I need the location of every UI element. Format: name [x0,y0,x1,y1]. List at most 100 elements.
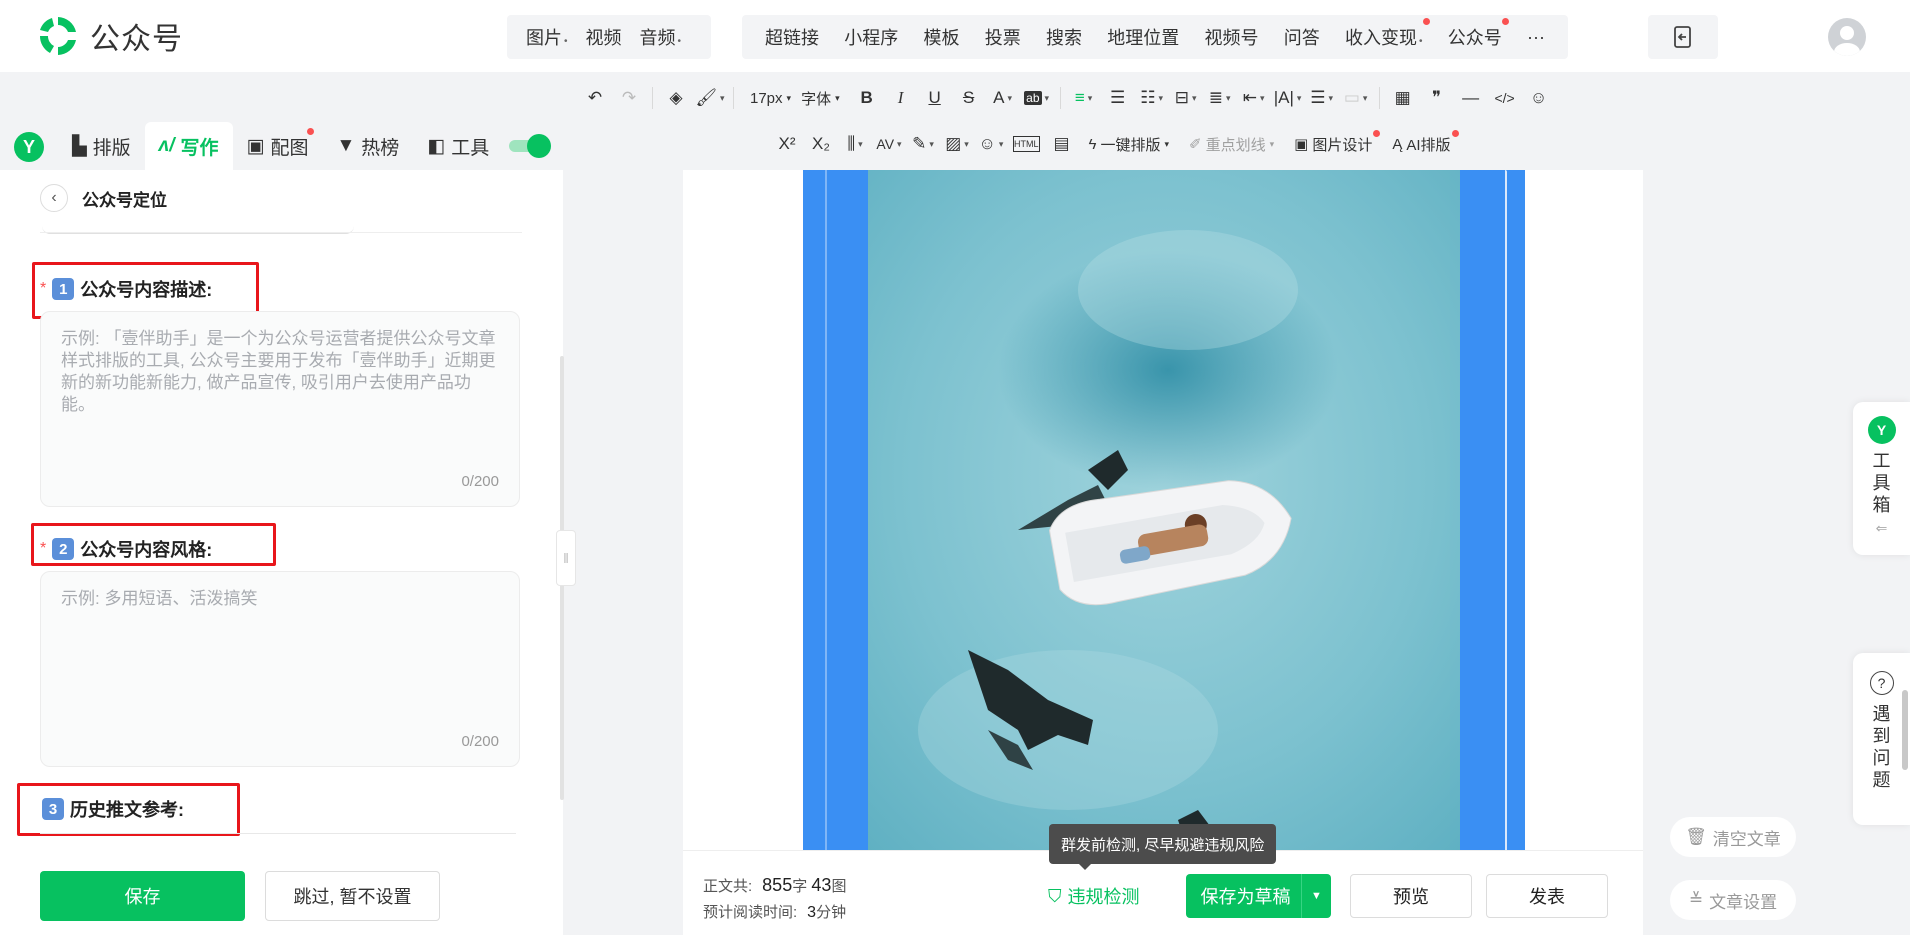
quote-icon[interactable]: ❞ [1420,84,1454,112]
font-size-select[interactable]: 17px ▾ [750,90,791,107]
font-family-select[interactable]: 字体 ▾ [801,88,840,109]
logo[interactable]: 公众号 [36,14,183,58]
ocean-boat-photo[interactable] [868,170,1460,850]
document-toggle-button[interactable] [1648,15,1718,59]
more-menu-button[interactable]: ··· [1518,27,1554,48]
paragraph-spacing-icon[interactable]: ⊟ ▾ [1169,84,1203,112]
html-icon[interactable]: HTML [1013,136,1040,152]
strikethrough-icon[interactable]: S [952,84,986,112]
letter-spacing-icon[interactable]: |A| ▾ [1271,84,1305,112]
divider-line-icon[interactable]: — [1454,84,1488,112]
menu-item-template[interactable]: 模板 [915,24,969,50]
avatar[interactable] [1828,18,1866,56]
subscript-icon[interactable]: X₂ [804,130,838,158]
assistant-toggle[interactable] [509,134,552,158]
briefcase-icon[interactable]: ▤ [1045,130,1079,158]
positioning-panel: ‹ 公众号定位 * 1 公众号内容描述: 示例: 「壹伴助手」是一个为公众号运营… [0,170,563,935]
sticker-icon[interactable]: ☺ ▾ [974,130,1008,158]
format-painter-icon[interactable]: 🖌 ▾ [693,84,727,112]
insert-image-icon[interactable]: ▨ ▾ [940,130,974,158]
clear-article-button[interactable]: 🗑 清空文章 [1670,817,1796,857]
cube-icon: ◧ [427,135,446,157]
notification-dot [1422,18,1430,25]
save-draft-button[interactable]: 保存为草稿 ▼ [1186,874,1331,918]
toolbox-panel[interactable]: Y 工具箱 ⇐ [1853,402,1910,555]
back-button[interactable]: ‹ [40,184,68,212]
background-color-icon[interactable]: ab ▾ [1020,84,1054,112]
menu-item-hyperlink[interactable]: 超链接 [756,24,828,50]
menu-item-qa[interactable]: 问答 [1275,24,1329,50]
menu-item-monetize[interactable]: 收入变现 • [1336,18,1432,50]
assistant-logo-icon[interactable]: Y [14,132,44,162]
description-textarea[interactable]: 示例: 「壹伴助手」是一个为公众号运营者提供公众号文章样式排版的工具, 公众号主… [40,311,520,507]
align-icon[interactable]: ≡ ▾ [1067,84,1101,112]
number-badge: 2 [52,538,75,560]
placeholder-text: 示例: 「壹伴助手」是一个为公众号运营者提供公众号文章样式排版的工具, 公众号主… [61,329,496,414]
field-label-history: 3 历史推文参考: [42,796,184,822]
list-icon[interactable]: ☰ ▾ [1305,84,1339,112]
image-design-button[interactable]: ▣ 图片设计 [1294,129,1381,155]
one-click-layout-button[interactable]: ϟ 一键排版 ▾ [1089,134,1170,155]
document-icon [1674,26,1691,48]
tab-tools[interactable]: ◧ 工具 [413,122,503,170]
preview-button[interactable]: 预览 [1350,874,1472,918]
font-color-icon[interactable]: A ▾ [986,84,1020,112]
emoji-icon[interactable]: ☺ [1522,84,1556,112]
image-icon: ▣ [1294,136,1309,153]
compliance-check-link[interactable]: ⛉ 违规检测 [1048,883,1140,909]
panel-resize-handle[interactable]: ‖ [556,530,576,586]
tab-layout[interactable]: ▙ 排版 [58,122,145,170]
bold-icon[interactable]: B [850,84,884,112]
menu-item-video[interactable]: 视频 [577,24,631,50]
undo-icon[interactable]: ↶ [578,84,612,112]
frame-border [825,170,827,850]
page-scrollbar[interactable] [1902,690,1908,770]
chevron-down-icon[interactable]: ▼ [1301,874,1331,918]
redo-icon[interactable]: ↷ [612,84,646,112]
frame-border [1505,170,1507,850]
indent-icon[interactable]: ☰ [1101,84,1135,112]
word-count: 正文共: 855字 43图 [703,875,847,895]
menu-item-vote[interactable]: 投票 [976,24,1030,50]
outdent-icon[interactable]: ⇤ ▾ [1237,84,1271,112]
divider [40,232,522,233]
article-image-frame[interactable] [803,170,1525,850]
table-icon[interactable]: ▦ [1386,84,1420,112]
italic-icon[interactable]: I [884,84,918,112]
superscript-icon[interactable]: X² [770,130,804,158]
article-settings-button[interactable]: ≚ 文章设置 [1670,880,1796,920]
arrow-left-icon: ⇐ [1875,520,1888,536]
menu-item-channels[interactable]: 视频号 [1196,24,1268,50]
question-icon: ? [1869,671,1894,695]
text-effect-icon[interactable]: AV ▾ [872,130,906,158]
magic-wand-icon[interactable]: ✎ ▾ [906,130,940,158]
notification-dot [307,128,315,135]
wechat-logo-icon [36,14,80,58]
save-button[interactable]: 保存 [40,871,245,921]
underline-icon[interactable]: U [918,84,952,112]
code-icon[interactable]: </> [1488,84,1522,112]
article-editor[interactable] [683,170,1643,850]
tab-illustration[interactable]: ▣ 配图 [233,122,323,170]
style-textarea[interactable]: 示例: 多用短语、活泼搞笑 0/200 [40,571,520,767]
block-style-icon[interactable]: ▭ ▾ [1339,84,1373,112]
menu-item-official-account[interactable]: 公众号 [1439,18,1511,50]
menu-item-search[interactable]: 搜索 [1037,24,1091,50]
divider [733,87,734,109]
text-height-icon[interactable]: ⫼ ▾ [838,130,872,158]
menu-item-location[interactable]: 地理位置 [1098,24,1188,50]
tab-write[interactable]: ʌ/写作 [144,122,233,170]
line-spacing-icon[interactable]: ☷ ▾ [1135,84,1169,112]
menu-item-image[interactable]: 图片 • [517,24,577,50]
highlight-button[interactable]: ✐ 重点划线 ▾ [1189,134,1274,155]
publish-button[interactable]: 发表 [1486,874,1608,918]
menu-item-audio[interactable]: 音频 • [631,24,691,50]
ai-layout-button[interactable]: Ą AI排版 [1392,129,1459,155]
char-counter: 0/200 [461,733,499,750]
skip-button[interactable]: 跳过, 暂不设置 [265,871,440,921]
tab-trending[interactable]: ▼ 热榜 [322,122,413,170]
space-after-icon[interactable]: ≣ ▾ [1203,84,1237,112]
menu-item-miniprogram[interactable]: 小程序 [835,24,907,50]
image-icon: ▣ [246,135,265,157]
eraser-icon[interactable]: ◈ [659,84,693,112]
